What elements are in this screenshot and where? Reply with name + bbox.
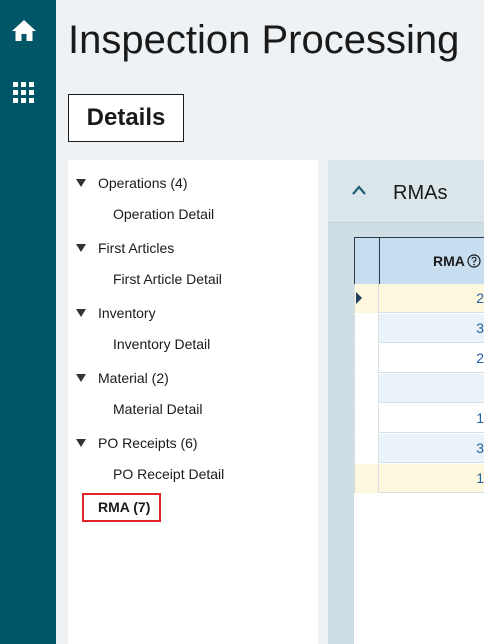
rma-cell: 3 [476, 320, 484, 336]
table-row[interactable]: 1 [354, 404, 484, 433]
row-selector[interactable] [354, 344, 379, 373]
tree-item-label: Material Detail [113, 401, 203, 417]
row-selector[interactable] [354, 464, 379, 493]
table-row[interactable]: 3 [354, 434, 484, 463]
row-selector[interactable] [354, 404, 379, 433]
table-row[interactable]: 3 [354, 314, 484, 343]
rma-cell: 2 [476, 290, 484, 306]
panel-title: RMAs [393, 182, 448, 204]
tree-item-rma[interactable]: RMA (7) [98, 499, 150, 515]
column-header-label: RMA [433, 253, 465, 269]
navigation-tree: Operations (4) Operation Detail First Ar… [68, 160, 318, 644]
page-title: Inspection Processing [68, 18, 460, 62]
table-row[interactable]: 1 [354, 464, 484, 493]
tree-item-label: First Article Detail [113, 271, 222, 287]
tree-item-material[interactable]: Material (2) [68, 365, 318, 391]
rma-cell: 1 [476, 410, 484, 426]
tree-item-label: Inventory [98, 305, 156, 321]
caret-down-icon [76, 309, 86, 317]
tree-item-first-article-detail[interactable]: First Article Detail [68, 266, 318, 292]
row-selector-header[interactable] [355, 238, 380, 285]
tree-item-label: Material (2) [98, 370, 169, 386]
table-row[interactable]: 2 [354, 284, 484, 313]
caret-down-icon [76, 244, 86, 252]
grid-header: RMA [354, 237, 484, 285]
tree-item-label: PO Receipt Detail [113, 466, 225, 482]
current-row-icon [356, 292, 362, 304]
row-selector[interactable] [354, 434, 379, 463]
rma-grid: RMA 2 3 2 1 3 1 [354, 237, 484, 644]
tree-item-label: Operation Detail [113, 206, 215, 222]
caret-down-icon [76, 439, 86, 447]
panel-header: RMAs [328, 160, 484, 223]
tree-item-label: Inventory Detail [113, 336, 211, 352]
tree-item-operation-detail[interactable]: Operation Detail [68, 201, 318, 227]
caret-down-icon [76, 374, 86, 382]
tree-item-material-detail[interactable]: Material Detail [68, 396, 318, 422]
tree-item-operations[interactable]: Operations (4) [68, 170, 318, 196]
rma-cell: 3 [476, 440, 484, 456]
rma-cell: 1 [476, 470, 484, 486]
column-header-rma[interactable]: RMA [433, 253, 481, 269]
details-button[interactable]: Details [68, 94, 184, 142]
table-row[interactable] [354, 374, 484, 403]
row-selector[interactable] [354, 284, 379, 313]
caret-down-icon [76, 179, 86, 187]
tree-item-label: Operations (4) [98, 175, 188, 191]
help-icon[interactable] [467, 254, 481, 268]
tree-item-inventory[interactable]: Inventory [68, 300, 318, 326]
row-selector[interactable] [354, 374, 379, 403]
rma-cell: 2 [476, 350, 484, 366]
chevron-up-icon[interactable] [352, 185, 366, 195]
home-icon[interactable] [10, 16, 38, 44]
tree-item-inventory-detail[interactable]: Inventory Detail [68, 331, 318, 357]
tree-item-first-articles[interactable]: First Articles [68, 235, 318, 261]
row-selector[interactable] [354, 314, 379, 343]
apps-grid-icon[interactable] [10, 79, 38, 107]
tree-item-po-receipts[interactable]: PO Receipts (6) [68, 430, 318, 456]
table-row[interactable]: 2 [354, 344, 484, 373]
tree-item-label: First Articles [98, 240, 175, 256]
tree-item-label: PO Receipts (6) [98, 435, 198, 451]
tree-item-po-receipt-detail[interactable]: PO Receipt Detail [68, 461, 318, 487]
left-nav-rail [0, 0, 56, 644]
